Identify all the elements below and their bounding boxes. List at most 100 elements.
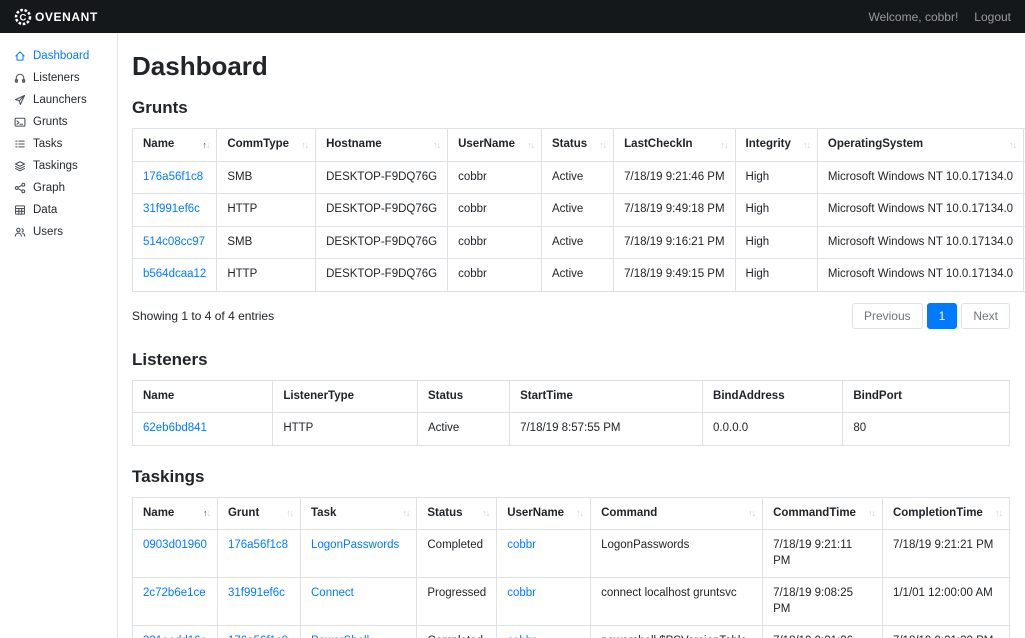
column-header-username[interactable]: UserName ↑↓ (447, 128, 542, 162)
table-row: 514c08cc97 SMB DESKTOP-F9DQ76G cobbr Active 7… (131, 225, 1025, 260)
column-header-status[interactable]: Status ↑↓ (416, 496, 498, 531)
column-header-label: BindAddress (713, 389, 785, 402)
column-header-name[interactable]: Name ↑↓ (131, 128, 218, 162)
column-header-label: Grunt (227, 506, 260, 519)
link-cobbr[interactable]: cobbr (507, 539, 536, 551)
link-514c08cc97[interactable]: 514c08cc97 (143, 236, 205, 248)
app: { "navbar": { "brand_letter": "C", "bran… (0, 0, 1025, 638)
link-2c72b6e1ce[interactable]: 2c72b6e1ce (143, 587, 206, 599)
cell-username: cobbr (496, 625, 592, 638)
cell-task: PowerShell (299, 625, 418, 638)
sidebar-item-label: Tasks (33, 138, 63, 150)
column-header-label: Command (601, 506, 658, 519)
column-header-listenertype: ListenerType (272, 379, 419, 414)
column-header-commtype[interactable]: CommType ↑↓ (216, 128, 317, 162)
sidebar-item-tasks[interactable]: Tasks (12, 133, 117, 155)
cell-status: Active (540, 258, 615, 292)
link-31f991ef6c[interactable]: 31f991ef6c (143, 203, 200, 215)
column-header-status[interactable]: Status ↑↓ (540, 128, 615, 162)
cell-operatingsystem: Microsoft Windows NT 10.0.17134.0 (816, 225, 1025, 260)
sidebar-item-data[interactable]: Data (12, 199, 117, 221)
column-header-label: Status (427, 506, 463, 519)
link-176a56f1c8[interactable]: 176a56f1c8 (228, 539, 288, 551)
cell-lastcheckin: 7/18/19 9:21:46 PM (613, 160, 736, 195)
sort-icon: ↑↓ (720, 139, 729, 150)
cell-operatingsystem: Microsoft Windows NT 10.0.17134.0 (816, 160, 1025, 195)
sidebar-item-users[interactable]: Users (12, 221, 117, 243)
column-header-task[interactable]: Task ↑↓ (299, 496, 418, 531)
graph-icon (14, 182, 26, 194)
column-header-bindport: BindPort (842, 379, 1010, 414)
column-header-label: UserName (458, 138, 515, 150)
next-button[interactable]: Next (961, 302, 1010, 329)
table-row: 62eb6bd841 HTTP Active 7/18/19 8:57:55 PM 0.… (131, 412, 1010, 446)
sidebar-item-graph[interactable]: Graph (12, 177, 117, 199)
column-header-starttime: StartTime (509, 379, 704, 414)
sidebar-item-grunts[interactable]: Grunts (12, 111, 117, 133)
sidebar-item-label: Launchers (33, 94, 87, 106)
page-title: Dashboard (132, 51, 268, 81)
table-row: 331eedd16c176a56f1c8PowerShellCompletedc… (132, 625, 1011, 638)
taskings-table: Name ↑↓ Grunt ↑↓ Task ↑↓ Status ↑↓ UserName ↑↓ Com… (132, 496, 1011, 638)
cell-operatingsystem: Microsoft Windows NT 10.0.17134.0 (816, 258, 1025, 292)
column-header-grunt[interactable]: Grunt ↑↓ (216, 496, 302, 531)
cell-commandtime: 7/18/19 9:21:26 PM (762, 625, 883, 638)
column-header-name[interactable]: Name ↑↓ (132, 496, 218, 531)
sidebar-item-launchers[interactable]: Launchers (12, 89, 117, 111)
sidebar-item-label: Grunts (33, 116, 68, 128)
column-header-lastcheckin[interactable]: LastCheckIn ↑↓ (613, 128, 736, 162)
column-header-bindaddress: BindAddress (702, 379, 844, 414)
link-0903d01960[interactable]: 0903d01960 (143, 539, 207, 551)
cell-completiontime: 7/18/19 9:21:30 PM (881, 625, 1011, 638)
column-header-integrity[interactable]: Integrity ↑↓ (734, 128, 818, 162)
cell-grunt: 176a56f1c8 (216, 529, 302, 579)
column-header-label: OperatingSystem (827, 138, 924, 150)
column-header-commandtime[interactable]: CommandTime ↑↓ (762, 496, 883, 531)
cell-hostname: DESKTOP-F9DQ76G (315, 160, 449, 195)
column-header-label: CommandTime (773, 506, 856, 519)
link-176a56f1c8[interactable]: 176a56f1c8 (143, 171, 203, 183)
column-header-username[interactable]: UserName ↑↓ (496, 496, 592, 531)
column-header-completiontime[interactable]: CompletionTime ↑↓ (881, 496, 1011, 531)
link-logonpasswords[interactable]: LogonPasswords (311, 539, 399, 551)
brand[interactable]: C OVENANT (14, 8, 98, 26)
link-62eb6bd841[interactable]: 62eb6bd841 (143, 422, 207, 434)
users-icon (14, 226, 26, 238)
page-1-button[interactable]: 1 (926, 302, 958, 329)
column-header-hostname[interactable]: Hostname ↑↓ (315, 128, 449, 162)
welcome-text: Welcome, cobbr! (868, 9, 959, 24)
sidebar-item-label: Taskings (33, 160, 78, 172)
sort-icon: ↑↓ (802, 139, 811, 150)
logout-link[interactable]: Logout (974, 10, 1011, 24)
column-header-label: StartTime (520, 389, 573, 402)
sidebar-item-label: Data (33, 204, 58, 216)
cell-grunt: 176a56f1c8 (216, 625, 302, 638)
grunts-table-footer: Showing 1 to 4 of 4 entries Previous 1 N… (132, 302, 1010, 329)
sidebar-item-listeners[interactable]: Listeners (12, 67, 117, 89)
column-header-operatingsystem[interactable]: OperatingSystem ↑↓ (816, 128, 1025, 162)
cell-status: Active (417, 412, 511, 446)
column-header-command[interactable]: Command ↑↓ (590, 496, 764, 531)
table-row: 0903d01960 176a56f1c8 LogonPasswords Comple… (132, 529, 1011, 579)
cell-bindport: 80 (842, 412, 1010, 446)
grunts-section: Grunts Name ↑↓ CommType ↑↓ Hostname ↑↓ UserNam… (131, 98, 1025, 329)
previous-button[interactable]: Previous (851, 302, 923, 329)
cell-grunt: 31f991ef6c (216, 577, 302, 627)
grunts-pagination: Previous 1 Next (851, 302, 1010, 329)
listeners-section-title: Listeners (132, 349, 208, 369)
link-b564dcaa12[interactable]: b564dcaa12 (143, 268, 206, 280)
sidebar-item-taskings[interactable]: Taskings (12, 155, 117, 177)
table-header-row: Name ↑↓ Grunt ↑↓ Task ↑↓ Status ↑↓ UserName ↑↓ Com… (132, 496, 1011, 531)
cell-status: Active (540, 225, 615, 260)
cell-username: cobbr (496, 529, 592, 579)
link-connect[interactable]: Connect (311, 587, 354, 599)
sidebar-item-dashboard[interactable]: Dashboard (12, 45, 117, 67)
sidebar-item-label: Graph (33, 182, 65, 194)
sidebar: Dashboard Listeners Launchers Grunts Tasks Ta… (0, 33, 118, 638)
sort-icon: ↑↓ (576, 508, 584, 519)
link-31f991ef6c[interactable]: 31f991ef6c (228, 587, 285, 599)
sidebar-item-label: Dashboard (33, 50, 90, 62)
link-cobbr[interactable]: cobbr (507, 587, 536, 599)
cell-username: cobbr (447, 193, 542, 227)
cell-username: cobbr (447, 258, 542, 292)
